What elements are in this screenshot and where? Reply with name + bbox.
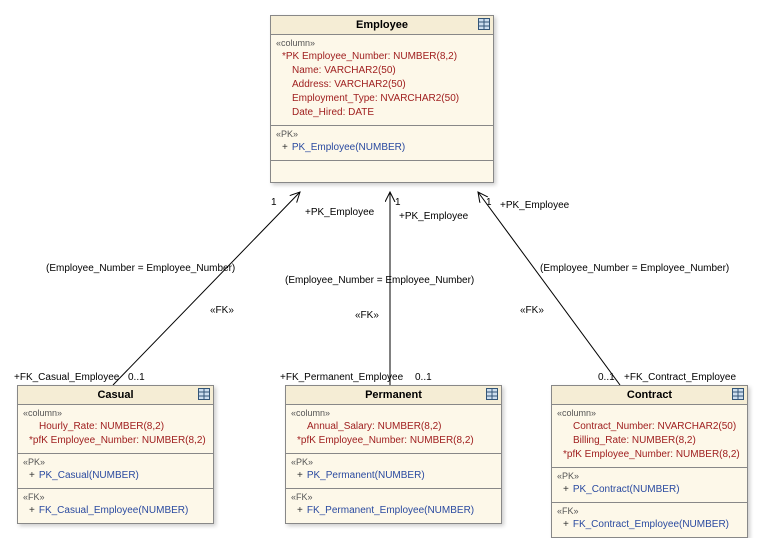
mult-label: 0..1 bbox=[598, 372, 615, 383]
col-row: *pfK Employee_Number: NUMBER(8,2) bbox=[23, 434, 208, 448]
entity-casual-columns: «column» Hourly_Rate: NUMBER(8,2) *pfK E… bbox=[18, 405, 213, 454]
entity-permanent-pk: «PK» +PK_Permanent(NUMBER) bbox=[286, 454, 501, 489]
entity-contract-header: Contract bbox=[552, 386, 747, 405]
key-row: +PK_Employee(NUMBER) bbox=[276, 141, 488, 155]
fk-stereotype-label: «FK» bbox=[520, 305, 544, 316]
key-row: +FK_Contract_Employee(NUMBER) bbox=[557, 518, 742, 532]
entity-permanent-fk: «FK» +FK_Permanent_Employee(NUMBER) bbox=[286, 489, 501, 523]
key-row: +FK_Casual_Employee(NUMBER) bbox=[23, 504, 208, 518]
entity-employee-empty bbox=[271, 161, 493, 182]
col-row: Address: VARCHAR2(50) bbox=[276, 78, 488, 92]
entity-casual[interactable]: Casual «column» Hourly_Rate: NUMBER(8,2)… bbox=[17, 385, 214, 524]
entity-employee-pk: «PK» +PK_Employee(NUMBER) bbox=[271, 126, 493, 161]
mult-label: 0..1 bbox=[128, 372, 145, 383]
key-row: +PK_Permanent(NUMBER) bbox=[291, 469, 496, 483]
join-label: (Employee_Number = Employee_Number) bbox=[285, 275, 474, 286]
col-stereotype: «column» bbox=[557, 407, 742, 420]
col-row: Employment_Type: NVARCHAR2(50) bbox=[276, 92, 488, 106]
key-row: +FK_Permanent_Employee(NUMBER) bbox=[291, 504, 496, 518]
mult-label: 1 bbox=[271, 197, 277, 208]
col-row: *pfK Employee_Number: NUMBER(8,2) bbox=[557, 448, 742, 462]
fk-stereotype-label: «FK» bbox=[355, 310, 379, 321]
role-label: +FK_Permanent_Employee bbox=[280, 372, 403, 383]
role-label: +PK_Employee bbox=[500, 200, 569, 211]
col-row: Date_Hired: DATE bbox=[276, 106, 488, 120]
entity-employee-columns: «column» *PK Employee_Number: NUMBER(8,2… bbox=[271, 35, 493, 126]
entity-permanent[interactable]: Permanent «column» Annual_Salary: NUMBER… bbox=[285, 385, 502, 524]
col-row: *pfK Employee_Number: NUMBER(8,2) bbox=[291, 434, 496, 448]
role-label: +PK_Employee bbox=[399, 211, 468, 222]
entity-contract-title: Contract bbox=[627, 389, 672, 401]
pk-stereotype: «PK» bbox=[557, 470, 742, 483]
pk-stereotype: «PK» bbox=[23, 456, 208, 469]
fk-stereotype: «FK» bbox=[557, 505, 742, 518]
entity-contract-columns: «column» Contract_Number: NVARCHAR2(50) … bbox=[552, 405, 747, 468]
mult-label: 1 bbox=[395, 197, 401, 208]
role-label: +PK_Employee bbox=[305, 207, 374, 218]
join-label: (Employee_Number = Employee_Number) bbox=[540, 263, 729, 274]
col-row: Billing_Rate: NUMBER(8,2) bbox=[557, 434, 742, 448]
join-label: (Employee_Number = Employee_Number) bbox=[46, 263, 235, 274]
col-row: Name: VARCHAR2(50) bbox=[276, 64, 488, 78]
col-stereotype: «column» bbox=[276, 37, 488, 50]
table-icon bbox=[478, 18, 490, 30]
fk-stereotype-label: «FK» bbox=[210, 305, 234, 316]
col-row: *PK Employee_Number: NUMBER(8,2) bbox=[276, 50, 488, 64]
entity-casual-pk: «PK» +PK_Casual(NUMBER) bbox=[18, 454, 213, 489]
entity-permanent-columns: «column» Annual_Salary: NUMBER(8,2) *pfK… bbox=[286, 405, 501, 454]
key-row: +PK_Casual(NUMBER) bbox=[23, 469, 208, 483]
entity-casual-title: Casual bbox=[97, 389, 133, 401]
mult-label: 0..1 bbox=[415, 372, 432, 383]
entity-employee-header: Employee bbox=[271, 16, 493, 35]
entity-permanent-header: Permanent bbox=[286, 386, 501, 405]
fk-stereotype: «FK» bbox=[23, 491, 208, 504]
pk-stereotype: «PK» bbox=[276, 128, 488, 141]
col-row: Hourly_Rate: NUMBER(8,2) bbox=[23, 420, 208, 434]
entity-contract[interactable]: Contract «column» Contract_Number: NVARC… bbox=[551, 385, 748, 538]
role-label: +FK_Contract_Employee bbox=[624, 372, 736, 383]
entity-employee-title: Employee bbox=[356, 19, 408, 31]
col-row: Contract_Number: NVARCHAR2(50) bbox=[557, 420, 742, 434]
entity-contract-fk: «FK» +FK_Contract_Employee(NUMBER) bbox=[552, 503, 747, 537]
col-row: Annual_Salary: NUMBER(8,2) bbox=[291, 420, 496, 434]
role-label: +FK_Casual_Employee bbox=[14, 372, 119, 383]
fk-stereotype: «FK» bbox=[291, 491, 496, 504]
col-stereotype: «column» bbox=[23, 407, 208, 420]
entity-contract-pk: «PK» +PK_Contract(NUMBER) bbox=[552, 468, 747, 503]
pk-stereotype: «PK» bbox=[291, 456, 496, 469]
table-icon bbox=[198, 388, 210, 400]
table-icon bbox=[732, 388, 744, 400]
entity-employee[interactable]: Employee «column» *PK Employee_Number: N… bbox=[270, 15, 494, 183]
entity-permanent-title: Permanent bbox=[365, 389, 422, 401]
table-icon bbox=[486, 388, 498, 400]
key-row: +PK_Contract(NUMBER) bbox=[557, 483, 742, 497]
mult-label: 1 bbox=[486, 197, 492, 208]
entity-casual-fk: «FK» +FK_Casual_Employee(NUMBER) bbox=[18, 489, 213, 523]
col-stereotype: «column» bbox=[291, 407, 496, 420]
entity-casual-header: Casual bbox=[18, 386, 213, 405]
